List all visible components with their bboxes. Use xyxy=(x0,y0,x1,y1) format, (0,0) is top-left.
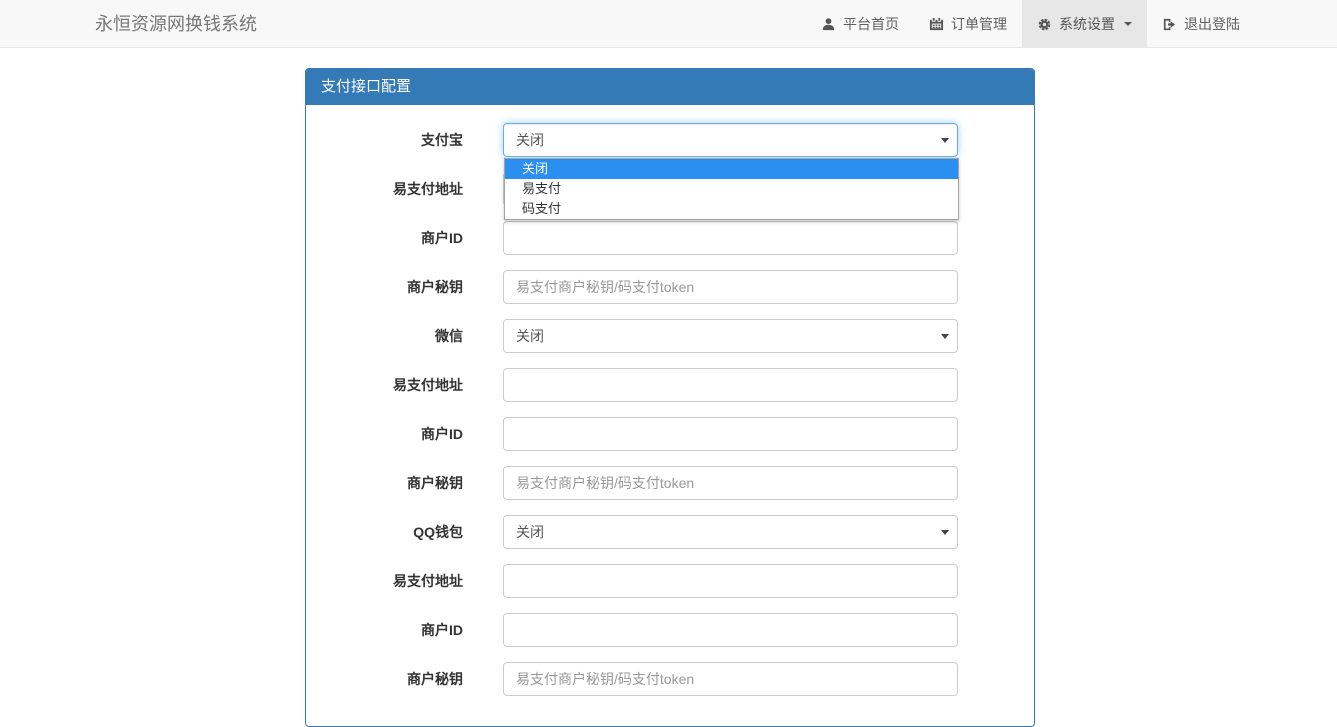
wechat-merchant-key-label: 商户秘钥 xyxy=(321,473,463,493)
qq-epay-url-label: 易支付地址 xyxy=(321,571,463,591)
nav-item-system-settings[interactable]: 系统设置 xyxy=(1022,0,1147,48)
alipay-merchant-id-input[interactable] xyxy=(503,221,958,255)
qq-merchant-id-input[interactable] xyxy=(503,613,958,647)
qq-wallet-label: QQ钱包 xyxy=(321,522,463,542)
qq-merchant-key-label: 商户秘钥 xyxy=(321,669,463,689)
alipay-label: 支付宝 xyxy=(321,130,463,150)
gear-icon xyxy=(1037,17,1052,32)
wechat-merchant-key-input[interactable] xyxy=(503,466,958,500)
wechat-epay-url-label: 易支付地址 xyxy=(321,375,463,395)
nav-item-logout[interactable]: 退出登陆 xyxy=(1147,0,1255,48)
wechat-epay-url-input[interactable] xyxy=(503,368,958,402)
dropdown-option-close[interactable]: 关闭 xyxy=(505,159,958,179)
select-arrow-icon xyxy=(941,530,949,535)
form-row: 微信 关闭 xyxy=(321,319,1019,353)
alipay-epay-url-label: 易支付地址 xyxy=(321,179,463,199)
form-row: 易支付地址 xyxy=(321,564,1019,598)
qq-epay-url-input[interactable] xyxy=(503,564,958,598)
form-row: 商户ID xyxy=(321,221,1019,255)
form-row: 商户秘钥 xyxy=(321,466,1019,500)
navbar-menu: 平台首页 订单管理 系统设置 退出登陆 xyxy=(806,0,1255,48)
select-value: 关闭 xyxy=(516,328,544,344)
wechat-merchant-id-label: 商户ID xyxy=(321,424,463,444)
alipay-merchant-id-label: 商户ID xyxy=(321,228,463,248)
payment-config-form: 支付宝 关闭 关闭 易支付 码支付 易支付地址 商户ID xyxy=(306,105,1034,726)
nav-item-label: 订单管理 xyxy=(951,14,1007,34)
panel-title: 支付接口配置 xyxy=(306,69,1034,105)
form-row: 支付宝 关闭 关闭 易支付 码支付 xyxy=(321,123,1019,157)
calendar-icon xyxy=(929,17,944,32)
user-icon xyxy=(821,17,836,32)
nav-item-label: 退出登陆 xyxy=(1184,14,1240,34)
nav-item-label: 系统设置 xyxy=(1059,14,1115,34)
qq-wallet-select[interactable]: 关闭 xyxy=(503,515,958,549)
select-arrow-icon xyxy=(941,334,949,339)
navbar: 永恒资源网换钱系统 平台首页 订单管理 系统设置 xyxy=(0,0,1337,48)
dropdown-option-epay[interactable]: 易支付 xyxy=(505,179,958,199)
select-value: 关闭 xyxy=(516,524,544,540)
form-row: 商户ID xyxy=(321,613,1019,647)
alipay-select-dropdown: 关闭 易支付 码支付 xyxy=(504,158,959,220)
alipay-merchant-key-input[interactable] xyxy=(503,270,958,304)
nav-item-platform-home[interactable]: 平台首页 xyxy=(806,0,914,48)
alipay-merchant-key-label: 商户秘钥 xyxy=(321,277,463,297)
form-row: 商户ID xyxy=(321,417,1019,451)
payment-config-panel: 支付接口配置 支付宝 关闭 关闭 易支付 码支付 易支付地址 xyxy=(305,68,1035,727)
app-title[interactable]: 永恒资源网换钱系统 xyxy=(95,0,257,48)
form-row: QQ钱包 关闭 xyxy=(321,515,1019,549)
chevron-down-icon xyxy=(1124,22,1132,26)
wechat-merchant-id-input[interactable] xyxy=(503,417,958,451)
select-value: 关闭 xyxy=(516,132,544,148)
qq-merchant-key-input[interactable] xyxy=(503,662,958,696)
dropdown-option-mapay[interactable]: 码支付 xyxy=(505,199,958,219)
form-row: 商户秘钥 xyxy=(321,662,1019,696)
signout-icon xyxy=(1162,17,1177,32)
wechat-select[interactable]: 关闭 xyxy=(503,319,958,353)
alipay-select[interactable]: 关闭 xyxy=(503,123,958,157)
qq-merchant-id-label: 商户ID xyxy=(321,620,463,640)
select-arrow-icon xyxy=(941,138,949,143)
form-row: 商户秘钥 xyxy=(321,270,1019,304)
form-row: 易支付地址 xyxy=(321,368,1019,402)
wechat-label: 微信 xyxy=(321,326,463,346)
nav-item-order-management[interactable]: 订单管理 xyxy=(914,0,1022,48)
nav-item-label: 平台首页 xyxy=(843,14,899,34)
